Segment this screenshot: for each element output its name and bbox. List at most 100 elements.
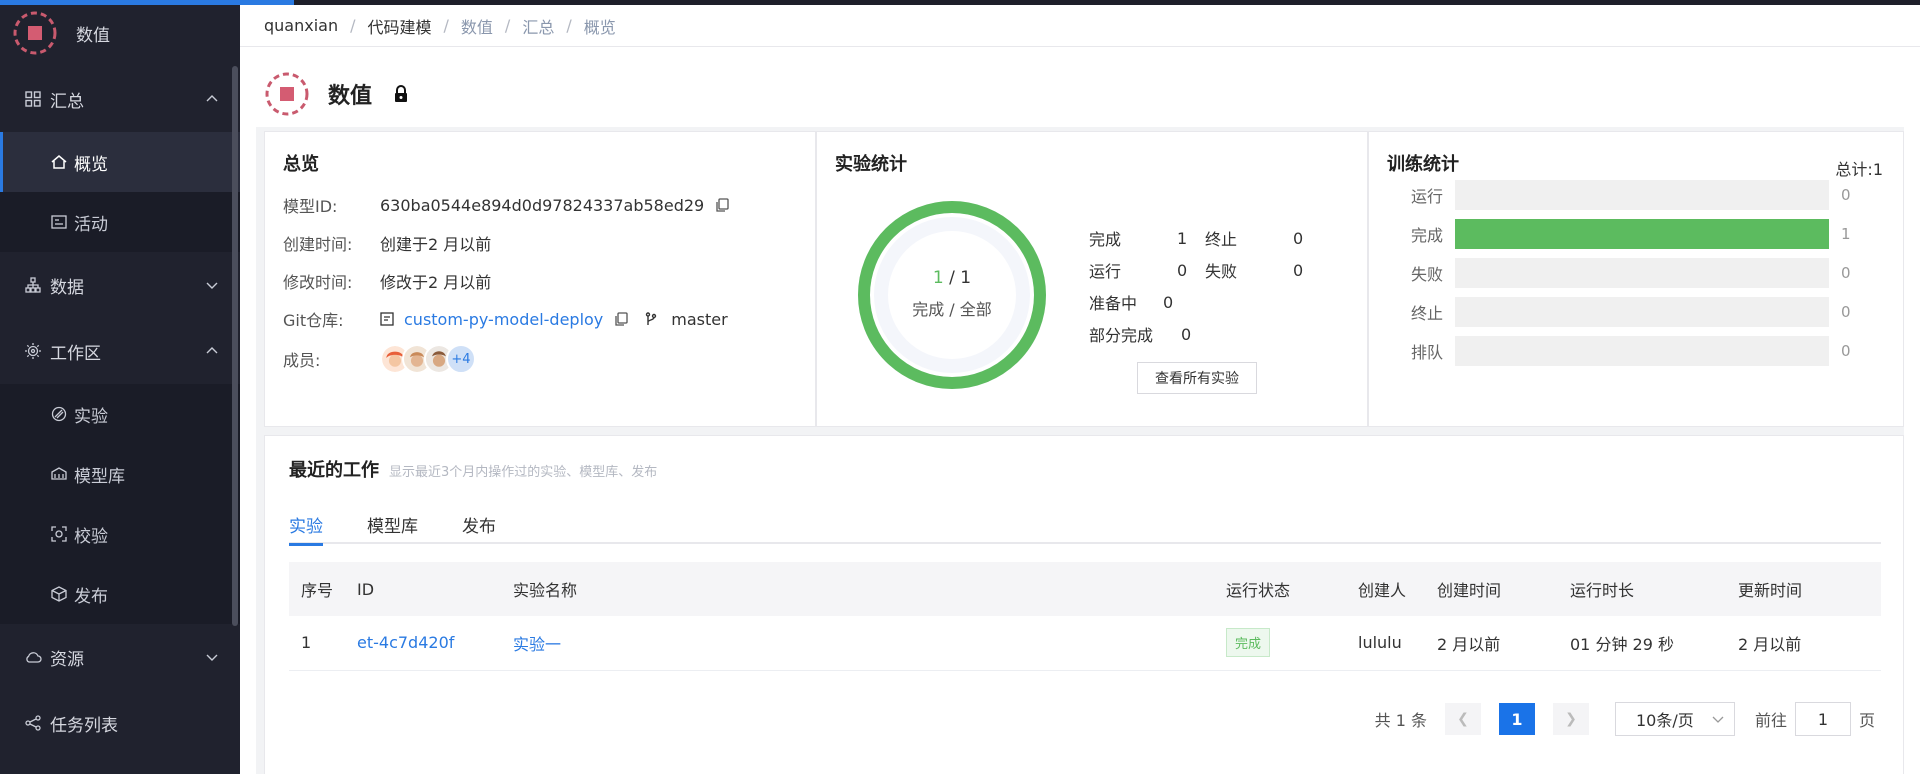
git-repo-link[interactable]: custom-py-model-deploy <box>404 310 603 329</box>
copy-icon[interactable] <box>613 311 629 327</box>
experiment-name-link[interactable]: 实验一 <box>513 635 561 654</box>
repo-icon <box>380 312 394 326</box>
tab-experiments[interactable]: 实验 <box>289 506 323 546</box>
recent-experiments-table: 序号 ID 实验名称 运行状态 创建人 创建时间 运行时长 更新时间 1 et-… <box>289 562 1881 671</box>
sidebar-item-validation[interactable]: 校验 <box>0 504 240 564</box>
training-bar-row: 完成 1 <box>1387 219 1851 249</box>
page-size-select[interactable]: 10条/页 <box>1614 702 1735 736</box>
bar-track <box>1455 297 1829 327</box>
bar-value: 1 <box>1841 225 1851 243</box>
page-title: 数值 <box>328 84 373 109</box>
sidebar-scrollbar[interactable] <box>232 66 238 626</box>
sidebar-item-publish[interactable]: 发布 <box>0 564 240 624</box>
bar-value: 0 <box>1841 342 1851 360</box>
app-logo-icon <box>13 11 57 55</box>
breadcrumb-item[interactable]: 数值 <box>461 14 493 38</box>
sidebar-group-tasks[interactable]: 任务列表 <box>0 690 240 756</box>
app-name: 数值 <box>76 25 110 46</box>
chip-icon <box>25 343 41 359</box>
chevron-down-icon <box>206 282 218 289</box>
experiment-stats-title: 实验统计 <box>835 154 907 175</box>
prev-page-button[interactable]: ❮ <box>1444 703 1481 735</box>
copy-icon[interactable] <box>714 197 730 213</box>
bar-label: 失败 <box>1410 265 1443 284</box>
page-header: 数值 <box>264 69 410 119</box>
cube-icon <box>51 586 67 602</box>
main-content: quanxian / 代码建模 / 数值 / 汇总 / 概览 数值 总览 模型I… <box>240 5 1920 774</box>
column-header: 运行时长 <box>1570 562 1738 616</box>
tab-model-repo[interactable]: 模型库 <box>367 506 418 544</box>
sidebar-item-activity[interactable]: 活动 <box>0 192 240 252</box>
bar-fill <box>1455 219 1829 249</box>
git-branch-icon <box>646 312 657 325</box>
table-header-row: 序号 ID 实验名称 运行状态 创建人 创建时间 运行时长 更新时间 <box>289 562 1881 616</box>
column-header: 创建人 <box>1358 562 1437 616</box>
sidebar-brand[interactable]: 数值 <box>0 0 240 66</box>
table-row[interactable]: 1 et-4c7d420f 实验一 完成 lululu 2 月以前 01 分钟 … <box>289 616 1881 671</box>
status-count: 0 <box>1293 228 1304 248</box>
scan-icon <box>51 526 67 542</box>
breadcrumb-item[interactable]: 代码建模 <box>368 14 432 38</box>
cloud-icon <box>26 652 42 663</box>
overview-card: 总览 模型ID: 630ba0544e894d0d97824337ab58ed2… <box>264 131 816 427</box>
bar-track <box>1455 219 1829 249</box>
status-count: 1 <box>1177 228 1188 248</box>
cell-duration: 01 分钟 29 秒 <box>1570 616 1738 671</box>
chevron-up-icon <box>206 347 218 354</box>
activity-icon <box>51 215 67 229</box>
sidebar-item-experiments[interactable]: 实验 <box>0 384 240 444</box>
model-repo-icon <box>51 467 67 480</box>
training-bar-row: 失败 0 <box>1387 258 1851 288</box>
member-avatars[interactable]: +4 <box>380 344 476 374</box>
donut-caption: 完成 / 全部 <box>912 300 992 319</box>
breadcrumb-item[interactable]: quanxian <box>264 16 338 35</box>
sidebar-group-resources[interactable]: 资源 <box>0 624 240 690</box>
page-jump-input[interactable]: 1 <box>1794 702 1851 736</box>
column-header: 实验名称 <box>513 562 1226 616</box>
field-label: Git仓库: <box>283 311 344 330</box>
completed-count: 1 <box>932 268 944 288</box>
page-number-current[interactable]: 1 <box>1498 703 1535 735</box>
page-jump-label: 前往 <box>1754 711 1787 730</box>
avatar-more-count[interactable]: +4 <box>446 344 476 374</box>
bar-value: 0 <box>1841 303 1851 321</box>
modified-value: 修改于2 月以前 <box>380 273 492 292</box>
experiment-stats-card: 实验统计 1 / 1 完成 / 全部 完成 1 终止 0 运行 0 失败 0 准… <box>816 131 1368 427</box>
top-loading-bar <box>0 0 1920 5</box>
donut-center-text: 1 / 1 完成 / 全部 <box>857 268 1047 320</box>
sidebar-item-model-repo[interactable]: 模型库 <box>0 444 240 504</box>
column-header: 序号 <box>289 562 357 616</box>
sidebar-group-data[interactable]: 数据 <box>0 252 240 318</box>
page-size-value: 10条/页 <box>1635 711 1694 730</box>
modified-row: 修改时间: 修改于2 月以前 <box>283 262 797 300</box>
count-separator: / <box>943 268 961 288</box>
bar-track <box>1455 180 1829 210</box>
status-label: 部分完成 <box>1089 326 1154 345</box>
column-header: ID <box>357 562 513 616</box>
git-branch-value: master <box>671 309 728 329</box>
experiment-id-link[interactable]: et-4c7d420f <box>357 633 454 652</box>
field-label: 模型ID: <box>283 197 338 216</box>
field-label: 创建时间: <box>283 235 353 254</box>
tab-publish[interactable]: 发布 <box>462 506 496 544</box>
home-icon <box>51 155 67 169</box>
recent-work-title: 最近的工作 <box>289 460 379 481</box>
training-total: 总计:1 <box>1835 160 1883 179</box>
status-badge: 完成 <box>1226 628 1271 658</box>
sidebar-group-summary[interactable]: 汇总 <box>0 66 240 132</box>
next-page-button[interactable]: ❯ <box>1552 703 1589 735</box>
breadcrumb-item[interactable]: 汇总 <box>522 14 554 38</box>
recent-work-tabs: 实验 模型库 发布 <box>289 506 1881 546</box>
sidebar: 数值 汇总 概览 活动 数据 工作区 实验 模型库 校验 发布 资源 任务列表 <box>0 0 240 774</box>
hierarchy-icon <box>25 277 41 293</box>
view-all-experiments-button[interactable]: 查看所有实验 <box>1137 362 1257 394</box>
sidebar-item-overview[interactable]: 概览 <box>0 132 240 192</box>
page-jump-suffix: 页 <box>1858 711 1875 730</box>
sidebar-group-label: 工作区 <box>50 343 101 364</box>
bar-value: 0 <box>1841 264 1851 282</box>
sidebar-group-workspace[interactable]: 工作区 <box>0 318 240 384</box>
sidebar-item-label: 校验 <box>74 526 108 547</box>
training-bar-row: 运行 0 <box>1387 180 1851 210</box>
training-bar-row: 终止 0 <box>1387 297 1851 327</box>
column-header: 更新时间 <box>1738 562 1881 616</box>
